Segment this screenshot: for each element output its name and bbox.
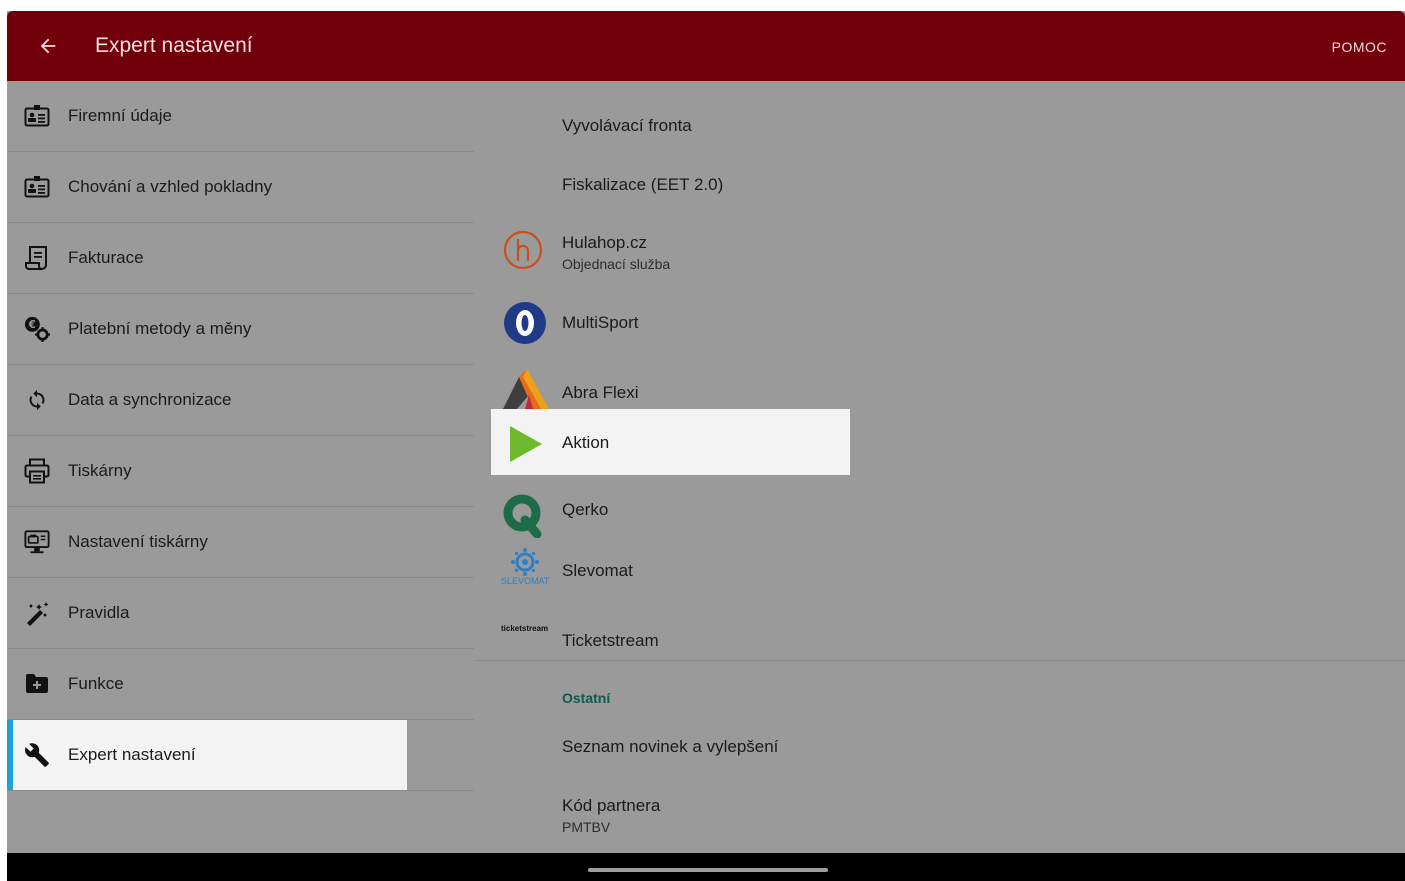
id-card-icon [24, 174, 50, 200]
list-item-whats-new-row[interactable]: Seznam novinek a vylepšení [475, 727, 1405, 787]
section-title-other: Ostatní [562, 690, 611, 706]
sidebar-item-payment-methods[interactable]: € Platební metody a měny [7, 294, 474, 365]
aktion-logo-icon [503, 424, 543, 464]
sidebar-item-functions[interactable]: Funkce [7, 649, 474, 720]
list-item-label: Qerko [562, 500, 609, 519]
list-item-label: Aktion [562, 433, 610, 452]
list-item-partner-code[interactable]: Kód partnera PMTBV [475, 787, 1405, 853]
back-button[interactable] [35, 33, 61, 59]
list-item-ticketstream[interactable]: ticketstream Ticketstream [475, 607, 1405, 659]
system-navigation-bar [7, 853, 1405, 881]
sidebar-item-company-info[interactable]: Firemní údaje [7, 81, 474, 152]
list-item-call-queue[interactable]: Vyvolávací fronta [475, 81, 1405, 169]
list-item-sublabel: PMTBV [562, 819, 611, 835]
printer-icon [24, 458, 50, 484]
section-divider [475, 660, 1405, 661]
selected-item-highlight [491, 409, 850, 475]
sidebar-item-label: Platební metody a měny [68, 319, 252, 338]
help-button[interactable]: POMOC [1332, 39, 1387, 55]
list-item-multisport[interactable]: MultiSport [475, 292, 1405, 354]
list-item-label: MultiSport [562, 313, 639, 332]
id-card-icon [24, 103, 50, 129]
selected-indicator [7, 720, 13, 790]
selected-item-highlight [7, 720, 407, 790]
screen: Expert nastavení POMOC Firemní údaje Cho… [7, 11, 1405, 881]
euro-gear-icon: € [24, 316, 50, 342]
list-item-fiscalization[interactable]: Fiskalizace (EET 2.0) [475, 169, 1405, 219]
list-item-label: Hulahop.cz [562, 233, 648, 252]
sidebar-item-label: Fakturace [68, 248, 144, 267]
list-item-aktion[interactable]: Aktion [475, 409, 1405, 475]
abra-flexi-logo-icon [503, 369, 549, 409]
list-item-hulahop[interactable]: Hulahop.cz Objednací služba [475, 221, 1405, 283]
list-item-label: Fiskalizace (EET 2.0) [562, 175, 724, 194]
wrench-icon [24, 742, 50, 768]
list-item-qerko[interactable]: Qerko [475, 485, 1405, 541]
list-item-label: Vyvolávací fronta [562, 116, 692, 135]
printer-settings-icon [24, 529, 50, 555]
app-bar: Expert nastavení POMOC [7, 11, 1405, 81]
sidebar-item-label: Pravidla [68, 603, 130, 622]
page-title: Expert nastavení [95, 34, 253, 57]
sidebar-item-rules[interactable]: Pravidla [7, 578, 474, 649]
sidebar-item-label: Expert nastavení [68, 745, 196, 764]
list-item-slevomat[interactable]: SLEVOMAT Slevomat [475, 547, 1405, 603]
list-item-label: Seznam novinek a vylepšení [562, 737, 779, 756]
sidebar-item-label: Chování a vzhled pokladny [68, 177, 273, 196]
invoice-icon [24, 245, 50, 271]
sidebar-item-printer-settings[interactable]: Nastavení tiskárny [7, 507, 474, 578]
sidebar-item-label: Tiskárny [68, 461, 132, 480]
slevomat-logo-icon: SLEVOMAT [501, 547, 549, 586]
list-item-label: Ticketstream [562, 631, 659, 650]
list-item-label: Abra Flexi [562, 383, 639, 402]
sidebar-item-data-sync[interactable]: Data a synchronizace [7, 365, 474, 436]
arrow-left-icon [40, 38, 56, 54]
ticketstream-logo-icon: ticketstream [501, 624, 549, 633]
magic-wand-icon [24, 600, 50, 626]
sidebar-item-label: Firemní údaje [68, 106, 172, 125]
list-item-label: Slevomat [562, 561, 633, 580]
slevomat-logo-text: SLEVOMAT [501, 576, 550, 586]
sidebar-item-label: Nastavení tiskárny [68, 532, 208, 551]
settings-sidebar: Firemní údaje Chování a vzhled pokladny … [7, 81, 474, 791]
list-item-label: Kód partnera [562, 796, 661, 815]
sync-icon [24, 387, 50, 413]
list-item-sublabel: Objednací služba [562, 256, 671, 272]
sidebar-item-printers[interactable]: Tiskárny [7, 436, 474, 507]
hulahop-logo-icon [503, 230, 543, 270]
sidebar-item-behavior-appearance[interactable]: Chování a vzhled pokladny [7, 152, 474, 223]
sidebar-item-expert-settings[interactable]: Expert nastavení [7, 720, 474, 791]
home-gesture-handle[interactable] [588, 868, 828, 872]
svg-text:€: € [28, 320, 36, 331]
sidebar-item-label: Data a synchronizace [68, 390, 232, 409]
qerko-logo-icon [503, 494, 543, 538]
sidebar-item-invoicing[interactable]: Fakturace [7, 223, 474, 294]
multisport-logo-icon [503, 301, 547, 345]
folder-plus-icon [24, 671, 50, 697]
sidebar-item-label: Funkce [68, 674, 124, 693]
